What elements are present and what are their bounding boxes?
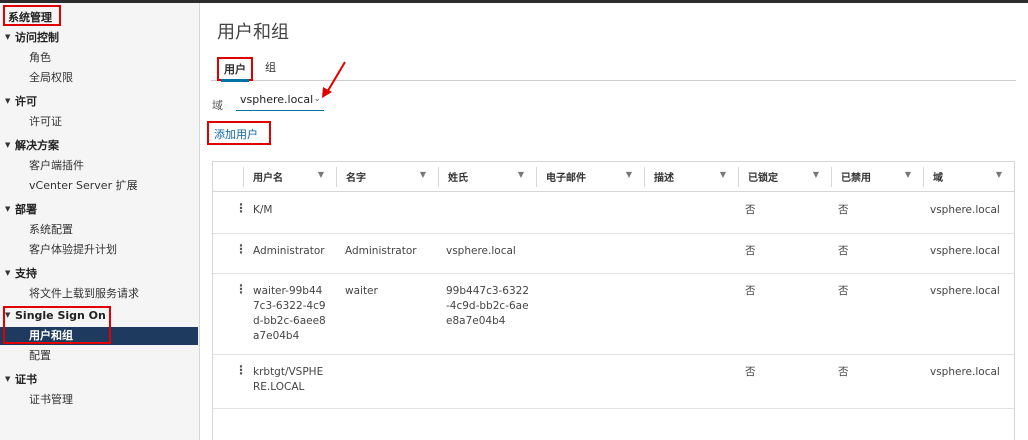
sidebar-item-licenses[interactable]: 许可证 [0,113,198,131]
sidebar-group-sso[interactable]: ▼ Single Sign On [0,309,200,327]
domain-label: 域 [212,99,223,112]
cell-locked: 否 [745,245,756,257]
filter-icon[interactable]: ▼ [996,170,1002,179]
sidebar-item-ceip[interactable]: 客户体验提升计划 [0,241,198,259]
add-user-button[interactable]: 添加用户 [207,121,271,145]
sidebar-title: 系统管理 [3,5,61,26]
table-row[interactable]: ⋮ waiter-99b44 7c3-6322-4c9 d-bb2c-6aee8… [213,274,1014,355]
column-header-last-name[interactable]: 姓氏 ▼ [439,162,536,191]
main-panel: 用户和组 用户 组 域 vsphere.local ⌄ 添加用户 用户名 ▼ 名字… [201,3,1028,440]
column-header-disabled[interactable]: 已禁用 ▼ [832,162,923,191]
table-row[interactable]: ⋮ K/M 否 否 vsphere.local [213,193,1014,234]
row-actions-icon[interactable]: ⋮ [235,364,247,376]
cell-locked: 否 [745,366,756,378]
tab-bar: 用户 组 [211,53,1016,82]
cell-disabled: 否 [838,366,849,378]
sidebar-group-certificates[interactable]: ▼ 证书 [0,371,200,389]
filter-icon[interactable]: ▼ [318,170,324,179]
caret-down-icon: ▼ [5,375,11,383]
caret-down-icon: ▼ [5,205,11,213]
cell-last-name: 99b447c3-6322 -4c9d-bb2c-6ae e8a7e04b4 [446,285,530,327]
cell-last-name: vsphere.local [446,245,516,257]
sidebar-group-support[interactable]: ▼ 支持 [0,265,200,283]
row-actions-icon[interactable]: ⋮ [235,202,247,214]
tab-groups[interactable]: 组 [265,59,276,75]
column-header-description[interactable]: 描述 ▼ [645,162,738,191]
sidebar-item-roles[interactable]: 角色 [0,49,198,67]
column-header-email[interactable]: 电子邮件 ▼ [537,162,644,191]
cell-first-name: waiter [345,285,378,297]
cell-disabled: 否 [838,285,849,297]
row-actions-icon[interactable]: ⋮ [235,283,247,295]
table-row[interactable]: ⋮ Administrator Administrator vsphere.lo… [213,234,1014,274]
filter-icon[interactable]: ▼ [420,170,426,179]
cell-disabled: 否 [838,204,849,216]
table-header: 用户名 ▼ 名字 ▼ 姓氏 ▼ 电子邮件 ▼ 描述 ▼ 已锁定 ▼ 已禁用 ▼ 域 ▼ [213,162,1014,192]
sidebar: 系统管理 ▼ 访问控制 角色 全局权限 ▼ 许可 许可证 ▼ 解决方案 客户端插件 v… [0,3,200,440]
page-title: 用户和组 [217,22,289,43]
table-row[interactable]: ⋮ krbtgt/VSPHE RE.LOCAL 否 否 vsphere.loca… [213,355,1014,409]
sidebar-item-upload-file[interactable]: 将文件上载到服务请求 [0,285,198,303]
cell-username: waiter-99b44 7c3-6322-4c9 d-bb2c-6aee8 a… [253,285,326,342]
row-actions-icon[interactable]: ⋮ [235,243,247,255]
cell-locked: 否 [745,285,756,297]
sidebar-group-access-control[interactable]: ▼ 访问控制 [0,29,200,47]
tab-users[interactable]: 用户 [217,57,253,82]
filter-icon[interactable]: ▼ [813,170,819,179]
column-header-username[interactable]: 用户名 ▼ [244,162,336,191]
users-table: 用户名 ▼ 名字 ▼ 姓氏 ▼ 电子邮件 ▼ 描述 ▼ 已锁定 ▼ 已禁用 ▼ 域 ▼ ⋮ K/… [212,161,1015,440]
sidebar-item-global-permissions[interactable]: 全局权限 [0,69,198,87]
cell-username: krbtgt/VSPHE RE.LOCAL [253,366,324,393]
caret-down-icon: ▼ [5,311,11,319]
sidebar-item-client-plugins[interactable]: 客户端插件 [0,157,198,175]
filter-icon[interactable]: ▼ [905,170,911,179]
column-header-first-name[interactable]: 名字 ▼ [337,162,438,191]
cell-locked: 否 [745,204,756,216]
filter-icon[interactable]: ▼ [518,170,524,179]
sidebar-item-cert-management[interactable]: 证书管理 [0,391,198,409]
cell-domain: vsphere.local [930,245,1000,257]
cell-disabled: 否 [838,245,849,257]
filter-icon[interactable]: ▼ [626,170,632,179]
sidebar-group-licensing[interactable]: ▼ 许可 [0,93,200,111]
sidebar-item-users-and-groups[interactable]: 用户和组 [0,327,198,345]
sidebar-group-solutions[interactable]: ▼ 解决方案 [0,137,200,155]
sidebar-item-system-config[interactable]: 系统配置 [0,221,198,239]
sidebar-item-vcenter-extensions[interactable]: vCenter Server 扩展 [0,177,198,195]
caret-down-icon: ▼ [5,97,11,105]
cell-username: K/M [253,204,273,216]
caret-down-icon: ▼ [5,141,11,149]
cell-domain: vsphere.local [930,366,1000,378]
caret-down-icon: ▼ [5,269,11,277]
cell-domain: vsphere.local [930,285,1000,297]
caret-down-icon: ▼ [5,33,11,41]
domain-select[interactable]: vsphere.local ⌄ [236,91,324,111]
column-header-domain[interactable]: 域 ▼ [924,162,1014,191]
domain-select-value: vsphere.local [240,93,314,106]
sidebar-group-deployment[interactable]: ▼ 部署 [0,201,200,219]
cell-username: Administrator [253,245,325,257]
filter-icon[interactable]: ▼ [720,170,726,179]
sidebar-item-configuration[interactable]: 配置 [0,347,198,365]
column-header-locked[interactable]: 已锁定 ▼ [739,162,831,191]
cell-domain: vsphere.local [930,204,1000,216]
cell-first-name: Administrator [345,245,417,257]
chevron-down-icon: ⌄ [313,94,321,104]
